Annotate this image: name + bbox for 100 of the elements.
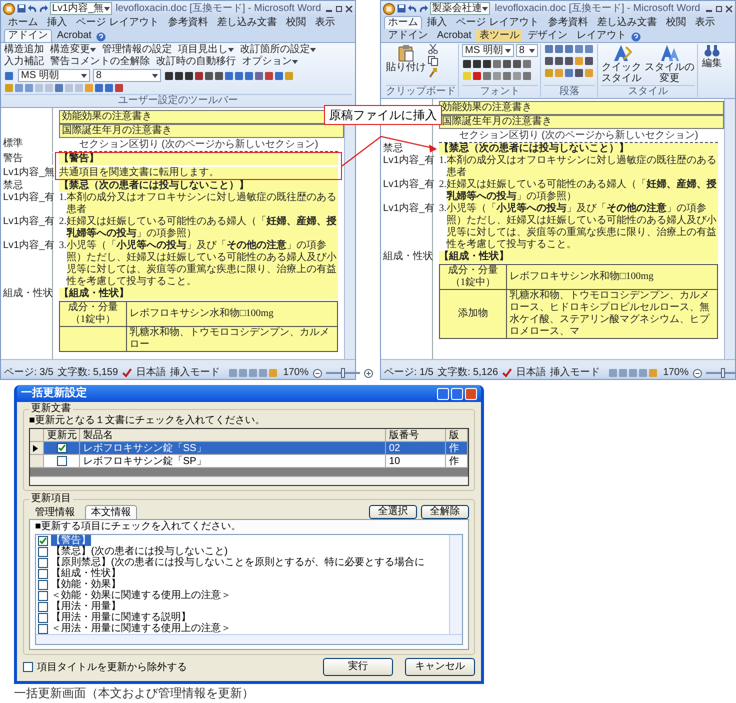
- ribbon-tab[interactable]: 差し込み文書: [212, 16, 281, 29]
- checkbox[interactable]: [38, 580, 48, 590]
- maximize-icon[interactable]: [335, 4, 343, 12]
- close-icon[interactable]: [345, 4, 353, 12]
- help-icon[interactable]: [631, 32, 642, 42]
- font-name-box[interactable]: MS 明朝: [462, 44, 514, 57]
- menu-item[interactable]: 改訂箇所の設定: [240, 44, 316, 56]
- brush-icon[interactable]: [428, 68, 438, 78]
- list-item[interactable]: 【組成・性状】: [51, 568, 121, 579]
- menu-item[interactable]: 構造追加: [4, 44, 44, 56]
- list-item[interactable]: 【禁忌】(次の患者には投与しないこと): [51, 546, 228, 557]
- edit-button[interactable]: 編集: [701, 44, 723, 69]
- table-row[interactable]: レボフロキサシン錠「SP」 10 作: [30, 455, 468, 468]
- menu-item[interactable]: 項目見出し: [178, 44, 234, 56]
- zoom-slider[interactable]: [720, 368, 725, 378]
- ribbon-tab[interactable]: ホーム: [4, 16, 42, 29]
- menu-item[interactable]: 構造変更: [50, 44, 96, 56]
- font-name-box[interactable]: MS 明朝: [18, 69, 90, 82]
- menu-item[interactable]: 改訂時の自動移行: [156, 56, 236, 68]
- ribbon-tab[interactable]: ページ レイアウト: [452, 16, 543, 29]
- office-logo-icon[interactable]: [383, 2, 395, 14]
- ribbon-tab[interactable]: Acrobat: [433, 29, 476, 42]
- office-logo-icon[interactable]: [3, 2, 15, 14]
- font-format-drawing[interactable]: [462, 59, 533, 69]
- ribbon-tab[interactable]: 挿入: [43, 16, 71, 29]
- paste-button[interactable]: 貼り付け: [386, 44, 426, 78]
- ribbon-tab[interactable]: アドイン: [384, 29, 432, 42]
- formatting-toolbar-drawing[interactable]: [164, 70, 295, 80]
- style-icon[interactable]: [4, 70, 15, 80]
- tab[interactable]: 管理情報: [29, 505, 81, 519]
- checkbox[interactable]: [56, 443, 66, 453]
- font-size-box[interactable]: 8: [93, 69, 161, 82]
- list-item[interactable]: ＜用法・用量に関連する使用上の注意＞: [51, 623, 231, 634]
- copy-icon[interactable]: [428, 56, 438, 66]
- ribbon-tab[interactable]: 表示: [690, 16, 719, 29]
- zoom-in-icon[interactable]: [364, 368, 373, 378]
- minimize-button[interactable]: [437, 388, 449, 400]
- scissors-icon[interactable]: [428, 44, 438, 54]
- style-box[interactable]: 製薬会社連: [430, 2, 490, 15]
- dialog-button[interactable]: 実行: [323, 658, 393, 676]
- list-item[interactable]: 【用法・用量に関連する説明】: [51, 612, 191, 623]
- list-item[interactable]: 【原則禁忌】(次の患者には投与しないことを原則とするが、特に必要とする場合に: [51, 557, 424, 568]
- table-row[interactable]: レボフロキサシン錠「SS」 02 作: [30, 442, 468, 455]
- menu-item[interactable]: 管理情報の設定: [102, 44, 172, 56]
- zoom-slider[interactable]: [340, 368, 345, 378]
- menu-item[interactable]: 入力補記: [4, 56, 44, 68]
- checkbox[interactable]: [23, 662, 33, 672]
- ribbon-tab[interactable]: 校閲: [662, 16, 690, 29]
- style-box[interactable]: Lv1内容_無: [50, 2, 112, 15]
- horizontal-scrollbar[interactable]: [381, 359, 735, 367]
- menu-item[interactable]: オプション: [242, 56, 298, 68]
- dialog-button[interactable]: キャンセル: [405, 658, 475, 676]
- vertical-scrollbar[interactable]: [724, 99, 735, 359]
- ribbon-tab[interactable]: 表示: [310, 16, 339, 29]
- ribbon-tab[interactable]: ページ レイアウト: [72, 16, 163, 29]
- alignment-buttons-drawing[interactable]: [544, 56, 595, 66]
- checkbox[interactable]: [38, 546, 48, 556]
- custom-toolbar-drawing[interactable]: [4, 83, 125, 93]
- list-item[interactable]: 【用法・用量】: [51, 601, 121, 612]
- list-buttons-drawing[interactable]: [544, 44, 595, 54]
- checkbox[interactable]: [38, 602, 48, 612]
- checkbox[interactable]: [38, 558, 48, 568]
- paragraph-tools-drawing[interactable]: [544, 68, 595, 78]
- checkbox[interactable]: [38, 612, 48, 622]
- ribbon-tab[interactable]: 挿入: [423, 16, 451, 29]
- close-button[interactable]: [465, 388, 477, 400]
- ribbon-tab[interactable]: 参考資料: [544, 16, 592, 29]
- redo-icon[interactable]: [419, 4, 428, 13]
- horizontal-scrollbar[interactable]: [30, 476, 468, 485]
- select-all-button[interactable]: 全選択: [369, 505, 417, 519]
- horizontal-scrollbar[interactable]: [36, 634, 462, 644]
- vertical-scrollbar[interactable]: [449, 535, 462, 634]
- ribbon-tab[interactable]: Acrobat: [53, 29, 96, 42]
- quick-style-button[interactable]: クイックスタイル: [601, 44, 642, 84]
- zoom-out-icon[interactable]: [312, 368, 322, 378]
- checkbox[interactable]: [38, 624, 48, 634]
- change-style-button[interactable]: スタイルの変更: [644, 44, 695, 84]
- ribbon-tab[interactable]: デザイン: [523, 29, 572, 42]
- ribbon-tab[interactable]: 差し込み文書: [592, 16, 661, 29]
- ribbon-tab[interactable]: レイアウト: [572, 29, 630, 42]
- maximize-button[interactable]: [451, 388, 463, 400]
- menu-item[interactable]: 警告コメントの全解除: [50, 56, 150, 68]
- save-icon[interactable]: [397, 4, 406, 13]
- zoom-out-icon[interactable]: [692, 368, 702, 378]
- undo-icon[interactable]: [28, 4, 37, 13]
- save-icon[interactable]: [17, 4, 26, 13]
- checkbox[interactable]: [38, 590, 48, 600]
- help-icon[interactable]: [96, 32, 106, 42]
- list-item[interactable]: 【警告】: [51, 535, 91, 546]
- proofing-icon[interactable]: [502, 368, 512, 378]
- checkbox[interactable]: [56, 456, 66, 466]
- list-item[interactable]: ＜効能・効果に関連する使用上の注意＞: [51, 590, 231, 601]
- checkbox[interactable]: [38, 536, 48, 546]
- maximize-icon[interactable]: [715, 4, 723, 12]
- ribbon-tab[interactable]: 校閲: [282, 16, 310, 29]
- ribbon-tab[interactable]: ホーム: [384, 16, 422, 29]
- font-size-box[interactable]: 8: [516, 44, 538, 57]
- font-color-drawing[interactable]: [462, 71, 533, 81]
- row-header[interactable]: [30, 442, 44, 455]
- undo-icon[interactable]: [408, 4, 417, 13]
